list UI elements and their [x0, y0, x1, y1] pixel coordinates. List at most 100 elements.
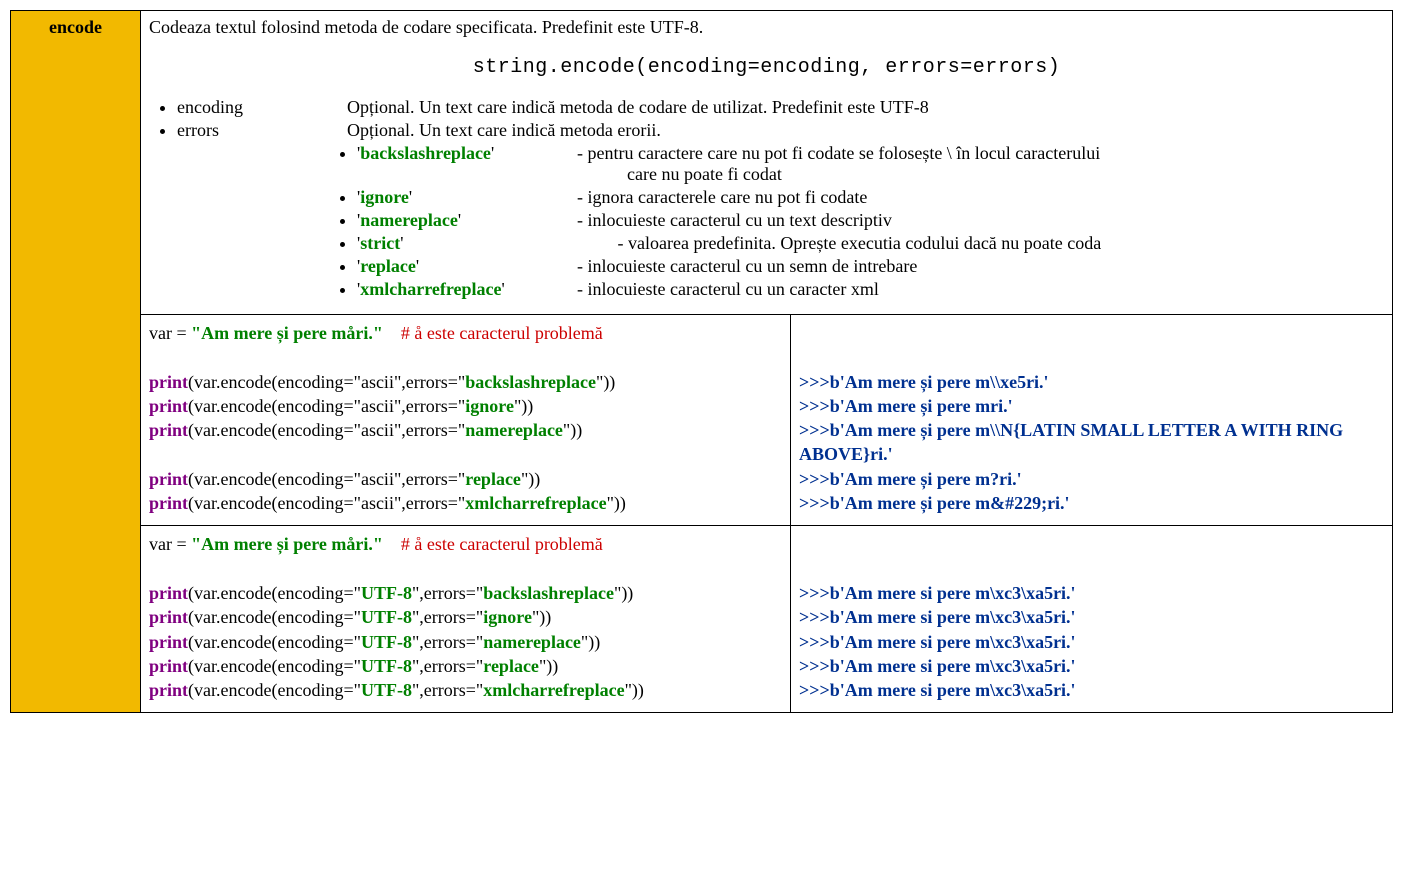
param-encoding: encoding Opțional. Un text care indică m… — [177, 97, 1384, 118]
enc-val: UTF-8 — [361, 607, 412, 627]
param-errors: errors Opțional. Un text care indică met… — [177, 120, 1384, 300]
description-text: Codeaza textul folosind metoda de codare… — [149, 17, 1384, 38]
err-val: backslashreplace — [483, 583, 614, 603]
errval-name: strict — [360, 233, 400, 253]
tok: ")) — [581, 632, 600, 652]
errval-item: 'backslashreplace' - pentru caractere ca… — [357, 143, 1384, 185]
out-text: b'Am mere și pere mri.' — [830, 396, 1013, 416]
tok: ",errors=" — [412, 583, 483, 603]
errval-name: ignore — [360, 187, 409, 207]
tok: (var.encode(encoding=" — [188, 680, 361, 700]
kw-print: print — [149, 372, 188, 392]
out-line: >>>b'Am mere si pere m\xc3\xa5ri.' — [799, 678, 1384, 702]
tok: ",errors=" — [412, 680, 483, 700]
tok: (var.encode(encoding=" — [188, 493, 361, 513]
kw-print: print — [149, 420, 188, 440]
code-line: print(var.encode(encoding="ascii",errors… — [149, 370, 782, 394]
tok: ",errors=" — [394, 372, 465, 392]
err-val: xmlcharrefreplace — [483, 680, 624, 700]
tok: ",errors=" — [412, 632, 483, 652]
out-text: b'Am mere și pere m\\xe5ri.' — [830, 372, 1049, 392]
var-assign-line: var = "Am mere și pere måri." # å este c… — [149, 321, 782, 345]
tok: ")) — [625, 680, 644, 700]
out-line: >>>b'Am mere si pere m\xc3\xa5ri.' — [799, 630, 1384, 654]
var-assign-line: var = "Am mere și pere måri." # å este c… — [149, 532, 782, 556]
tok: ",errors=" — [394, 469, 465, 489]
assign-pre: var = — [149, 323, 191, 343]
prompt: >>> — [799, 656, 830, 676]
prompt: >>> — [799, 469, 830, 489]
code-line: print(var.encode(encoding="ascii",errors… — [149, 491, 782, 515]
tok: (var.encode(encoding=" — [188, 372, 361, 392]
tok: (var.encode(encoding=" — [188, 396, 361, 416]
enc-val: ascii — [361, 420, 394, 440]
out-text: b'Am mere și pere m&#229;ri.' — [830, 493, 1070, 513]
tok: (var.encode(encoding=" — [188, 469, 361, 489]
tok: ",errors=" — [412, 607, 483, 627]
err-val: ignore — [483, 607, 532, 627]
tok: ")) — [614, 583, 633, 603]
tok: ")) — [607, 493, 626, 513]
errval-item: 'replace' - inlocuieste caracterul cu un… — [357, 256, 1384, 277]
out-text: b'Am mere si pere m\xc3\xa5ri.' — [830, 656, 1076, 676]
enc-val: ascii — [361, 372, 394, 392]
tok: ",errors=" — [394, 493, 465, 513]
assign-comment: # å este caracterul problemă — [401, 323, 603, 343]
err-val: backslashreplace — [465, 372, 596, 392]
params-list: encoding Opțional. Un text care indică m… — [177, 97, 1384, 300]
method-name-cell: encode — [11, 11, 141, 713]
kw-print: print — [149, 656, 188, 676]
enc-val: UTF-8 — [361, 632, 412, 652]
prompt: >>> — [799, 607, 830, 627]
errval-desc: - ignora caracterele care nu pot fi coda… — [577, 187, 1384, 208]
out-line: >>>b'Am mere și pere m\\N{LATIN SMALL LE… — [799, 418, 1384, 467]
kw-print: print — [149, 680, 188, 700]
prompt: >>> — [799, 372, 830, 392]
errval-item: 'xmlcharrefreplace' - inlocuieste caract… — [357, 279, 1384, 300]
tok: ")) — [532, 607, 551, 627]
assign-comment: # å este caracterul problemă — [401, 534, 603, 554]
enc-val: ascii — [361, 396, 394, 416]
enc-val: UTF-8 — [361, 583, 412, 603]
param-key: encoding — [177, 97, 347, 118]
prompt: >>> — [799, 680, 830, 700]
err-val: xmlcharrefreplace — [465, 493, 606, 513]
code-line: print(var.encode(encoding="ascii",errors… — [149, 394, 782, 418]
tok: (var.encode(encoding=" — [188, 656, 361, 676]
tok: (var.encode(encoding=" — [188, 583, 361, 603]
param-key: errors — [177, 120, 347, 141]
out-line: >>>b'Am mere si pere m\xc3\xa5ri.' — [799, 605, 1384, 629]
example1-output-cell: >>>b'Am mere și pere m\\xe5ri.' >>>b'Am … — [791, 315, 1393, 526]
enc-val: UTF-8 — [361, 680, 412, 700]
kw-print: print — [149, 396, 188, 416]
prompt: >>> — [799, 396, 830, 416]
prompt: >>> — [799, 632, 830, 652]
err-val: namereplace — [465, 420, 563, 440]
errval-desc: - inlocuieste caracterul cu un semn de i… — [577, 256, 1384, 277]
out-text: b'Am mere si pere m\xc3\xa5ri.' — [830, 607, 1076, 627]
errval-item: 'ignore' - ignora caracterele care nu po… — [357, 187, 1384, 208]
tok: (var.encode(encoding=" — [188, 632, 361, 652]
out-line: >>>b'Am mere si pere m\xc3\xa5ri.' — [799, 654, 1384, 678]
prompt: >>> — [799, 583, 830, 603]
out-text: b'Am mere și pere m?ri.' — [830, 469, 1022, 489]
prompt: >>> — [799, 493, 830, 513]
assign-str: "Am mere și pere måri." — [191, 323, 383, 343]
code-line: print(var.encode(encoding="ascii",errors… — [149, 467, 782, 491]
errval-desc: - pentru caractere care nu pot fi codate… — [577, 143, 1384, 164]
assign-pre: var = — [149, 534, 191, 554]
errval-desc-cont: care nu poate fi codat — [577, 164, 1384, 185]
param-desc: Opțional. Un text care indică metoda ero… — [347, 120, 1384, 141]
kw-print: print — [149, 583, 188, 603]
tok: ")) — [596, 372, 615, 392]
code-line: print(var.encode(encoding="UTF-8",errors… — [149, 630, 782, 654]
out-line: >>>b'Am mere și pere mri.' — [799, 394, 1384, 418]
code-line: print(var.encode(encoding="UTF-8",errors… — [149, 678, 782, 702]
kw-print: print — [149, 607, 188, 627]
enc-val: ascii — [361, 469, 394, 489]
tok: ",errors=" — [394, 420, 465, 440]
signature: string.encode(encoding=encoding, errors=… — [149, 56, 1384, 79]
errval-name: replace — [360, 256, 416, 276]
err-val: replace — [483, 656, 539, 676]
errval-desc: - inlocuieste caracterul cu un text desc… — [577, 210, 1384, 231]
